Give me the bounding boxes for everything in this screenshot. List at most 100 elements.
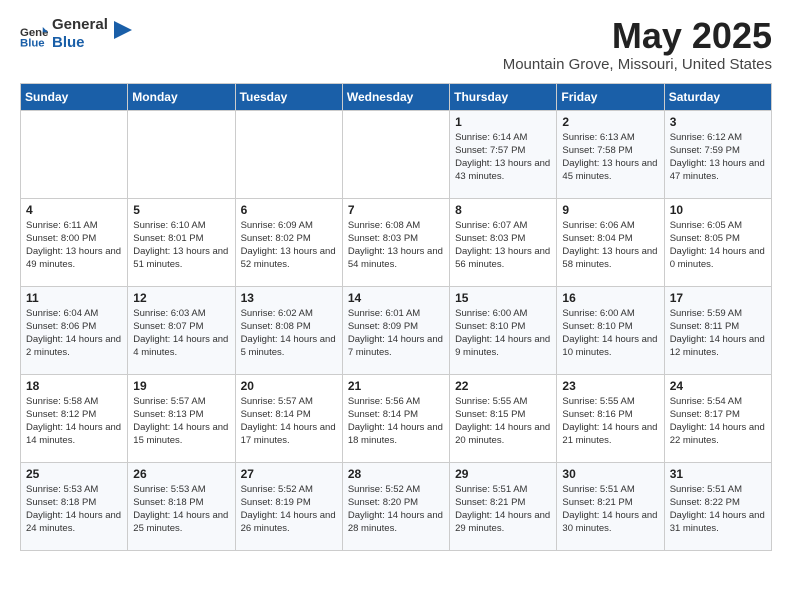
calendar-cell: 5 Sunrise: 6:10 AMSunset: 8:01 PMDaylight… [128,198,235,286]
calendar-cell: 31Sunrise: 5:51 AMSunset: 8:22 PMDayligh… [664,462,771,550]
calendar-cell: 1Sunrise: 6:14 AMSunset: 7:57 PMDaylight… [450,110,557,198]
col-wednesday: Wednesday [342,83,449,110]
cell-info: Sunrise: 5:54 AMSunset: 8:17 PMDaylight:… [670,395,766,448]
calendar-cell: 4 Sunrise: 6:11 AMSunset: 8:00 PMDaylight… [21,198,128,286]
cell-date-number: 5 [133,203,229,217]
cell-date-number: 25 [26,467,122,481]
calendar-cell [128,110,235,198]
calendar-cell: 9 Sunrise: 6:06 AMSunset: 8:04 PMDaylight… [557,198,664,286]
cell-info: Sunrise: 5:58 AMSunset: 8:12 PMDaylight:… [26,395,122,448]
cell-date-number: 2 [562,115,658,129]
calendar-cell: 22 Sunrise: 5:55 AMSunset: 8:15 PMDayligh… [450,374,557,462]
calendar-cell: 14 Sunrise: 6:01 AMSunset: 8:09 PMDayligh… [342,286,449,374]
cell-info: Sunrise: 6:06 AMSunset: 8:04 PMDaylight:… [562,219,658,272]
cell-info: Sunrise: 6:10 AMSunset: 8:01 PMDaylight:… [133,219,229,272]
calendar-subtitle: Mountain Grove, Missouri, United States [503,56,772,73]
calendar-cell: 8 Sunrise: 6:07 AMSunset: 8:03 PMDaylight… [450,198,557,286]
cell-date-number: 24 [670,379,766,393]
calendar-cell: 3 Sunrise: 6:12 AMSunset: 7:59 PMDaylight… [664,110,771,198]
calendar-cell: 11 Sunrise: 6:04 AMSunset: 8:06 PMDayligh… [21,286,128,374]
calendar-cell: 17Sunrise: 5:59 AMSunset: 8:11 PMDayligh… [664,286,771,374]
cell-date-number: 4 [26,203,122,217]
cell-info: Sunrise: 6:13 AMSunset: 7:58 PMDaylight:… [562,131,658,184]
cell-info: Sunrise: 6:01 AMSunset: 8:09 PMDaylight:… [348,307,444,360]
cell-date-number: 6 [241,203,337,217]
cell-date-number: 30 [562,467,658,481]
cell-info: Sunrise: 6:12 AMSunset: 7:59 PMDaylight:… [670,131,766,184]
calendar-table: Sunday Monday Tuesday Wednesday Thursday… [20,83,772,551]
calendar-cell: 30 Sunrise: 5:51 AMSunset: 8:21 PMDayligh… [557,462,664,550]
calendar-cell [235,110,342,198]
cell-info: Sunrise: 5:56 AMSunset: 8:14 PMDaylight:… [348,395,444,448]
cell-date-number: 14 [348,291,444,305]
calendar-cell: 15 Sunrise: 6:00 AMSunset: 8:10 PMDayligh… [450,286,557,374]
col-sunday: Sunday [21,83,128,110]
header-row: Sunday Monday Tuesday Wednesday Thursday… [21,83,772,110]
col-tuesday: Tuesday [235,83,342,110]
cell-info: Sunrise: 6:14 AMSunset: 7:57 PMDaylight:… [455,131,551,184]
logo-blue: Blue [52,34,108,52]
calendar-cell: 16 Sunrise: 6:00 AMSunset: 8:10 PMDayligh… [557,286,664,374]
week-row-5: 25 Sunrise: 5:53 AMSunset: 8:18 PMDayligh… [21,462,772,550]
header: General Blue General Blue May 2025 Mount… [20,16,772,73]
cell-date-number: 21 [348,379,444,393]
cell-date-number: 20 [241,379,337,393]
calendar-cell: 25 Sunrise: 5:53 AMSunset: 8:18 PMDayligh… [21,462,128,550]
calendar-cell: 12Sunrise: 6:03 AMSunset: 8:07 PMDayligh… [128,286,235,374]
cell-date-number: 22 [455,379,551,393]
cell-info: Sunrise: 6:04 AMSunset: 8:06 PMDaylight:… [26,307,122,360]
logo-icon: General Blue [20,20,48,48]
week-row-2: 4 Sunrise: 6:11 AMSunset: 8:00 PMDaylight… [21,198,772,286]
cell-info: Sunrise: 5:51 AMSunset: 8:21 PMDaylight:… [562,483,658,536]
cell-info: Sunrise: 6:08 AMSunset: 8:03 PMDaylight:… [348,219,444,272]
cell-date-number: 9 [562,203,658,217]
col-saturday: Saturday [664,83,771,110]
cell-date-number: 15 [455,291,551,305]
cell-info: Sunrise: 5:57 AMSunset: 8:14 PMDaylight:… [241,395,337,448]
cell-date-number: 16 [562,291,658,305]
calendar-cell: 29Sunrise: 5:51 AMSunset: 8:21 PMDayligh… [450,462,557,550]
cell-date-number: 19 [133,379,229,393]
title-area: May 2025 Mountain Grove, Missouri, Unite… [503,16,772,73]
calendar-cell: 6 Sunrise: 6:09 AMSunset: 8:02 PMDaylight… [235,198,342,286]
cell-info: Sunrise: 6:00 AMSunset: 8:10 PMDaylight:… [562,307,658,360]
cell-info: Sunrise: 6:05 AMSunset: 8:05 PMDaylight:… [670,219,766,272]
calendar-cell: 7 Sunrise: 6:08 AMSunset: 8:03 PMDaylight… [342,198,449,286]
calendar-cell: 21 Sunrise: 5:56 AMSunset: 8:14 PMDayligh… [342,374,449,462]
cell-info: Sunrise: 5:53 AMSunset: 8:18 PMDaylight:… [133,483,229,536]
cell-info: Sunrise: 6:09 AMSunset: 8:02 PMDaylight:… [241,219,337,272]
cell-info: Sunrise: 6:11 AMSunset: 8:00 PMDaylight:… [26,219,122,272]
calendar-cell: 2 Sunrise: 6:13 AMSunset: 7:58 PMDaylight… [557,110,664,198]
week-row-3: 11 Sunrise: 6:04 AMSunset: 8:06 PMDayligh… [21,286,772,374]
week-row-4: 18Sunrise: 5:58 AMSunset: 8:12 PMDayligh… [21,374,772,462]
cell-date-number: 13 [241,291,337,305]
calendar-cell: 27Sunrise: 5:52 AMSunset: 8:19 PMDayligh… [235,462,342,550]
cell-date-number: 8 [455,203,551,217]
cell-info: Sunrise: 5:51 AMSunset: 8:21 PMDaylight:… [455,483,551,536]
calendar-cell: 24 Sunrise: 5:54 AMSunset: 8:17 PMDayligh… [664,374,771,462]
calendar-cell: 10 Sunrise: 6:05 AMSunset: 8:05 PMDayligh… [664,198,771,286]
cell-date-number: 3 [670,115,766,129]
cell-info: Sunrise: 5:51 AMSunset: 8:22 PMDaylight:… [670,483,766,536]
cell-info: Sunrise: 6:07 AMSunset: 8:03 PMDaylight:… [455,219,551,272]
calendar-cell: 26 Sunrise: 5:53 AMSunset: 8:18 PMDayligh… [128,462,235,550]
logo-general: General [52,16,108,34]
cell-info: Sunrise: 5:55 AMSunset: 8:15 PMDaylight:… [455,395,551,448]
cell-date-number: 17 [670,291,766,305]
cell-date-number: 26 [133,467,229,481]
cell-date-number: 27 [241,467,337,481]
cell-date-number: 7 [348,203,444,217]
logo-text: General Blue [52,16,108,52]
cell-date-number: 12 [133,291,229,305]
svg-text:Blue: Blue [20,37,45,48]
cell-info: Sunrise: 5:55 AMSunset: 8:16 PMDaylight:… [562,395,658,448]
week-row-1: 1Sunrise: 6:14 AMSunset: 7:57 PMDaylight… [21,110,772,198]
cell-date-number: 11 [26,291,122,305]
logo: General Blue General Blue [20,16,132,52]
col-monday: Monday [128,83,235,110]
cell-date-number: 28 [348,467,444,481]
cell-info: Sunrise: 6:00 AMSunset: 8:10 PMDaylight:… [455,307,551,360]
cell-date-number: 10 [670,203,766,217]
cell-info: Sunrise: 5:53 AMSunset: 8:18 PMDaylight:… [26,483,122,536]
col-thursday: Thursday [450,83,557,110]
